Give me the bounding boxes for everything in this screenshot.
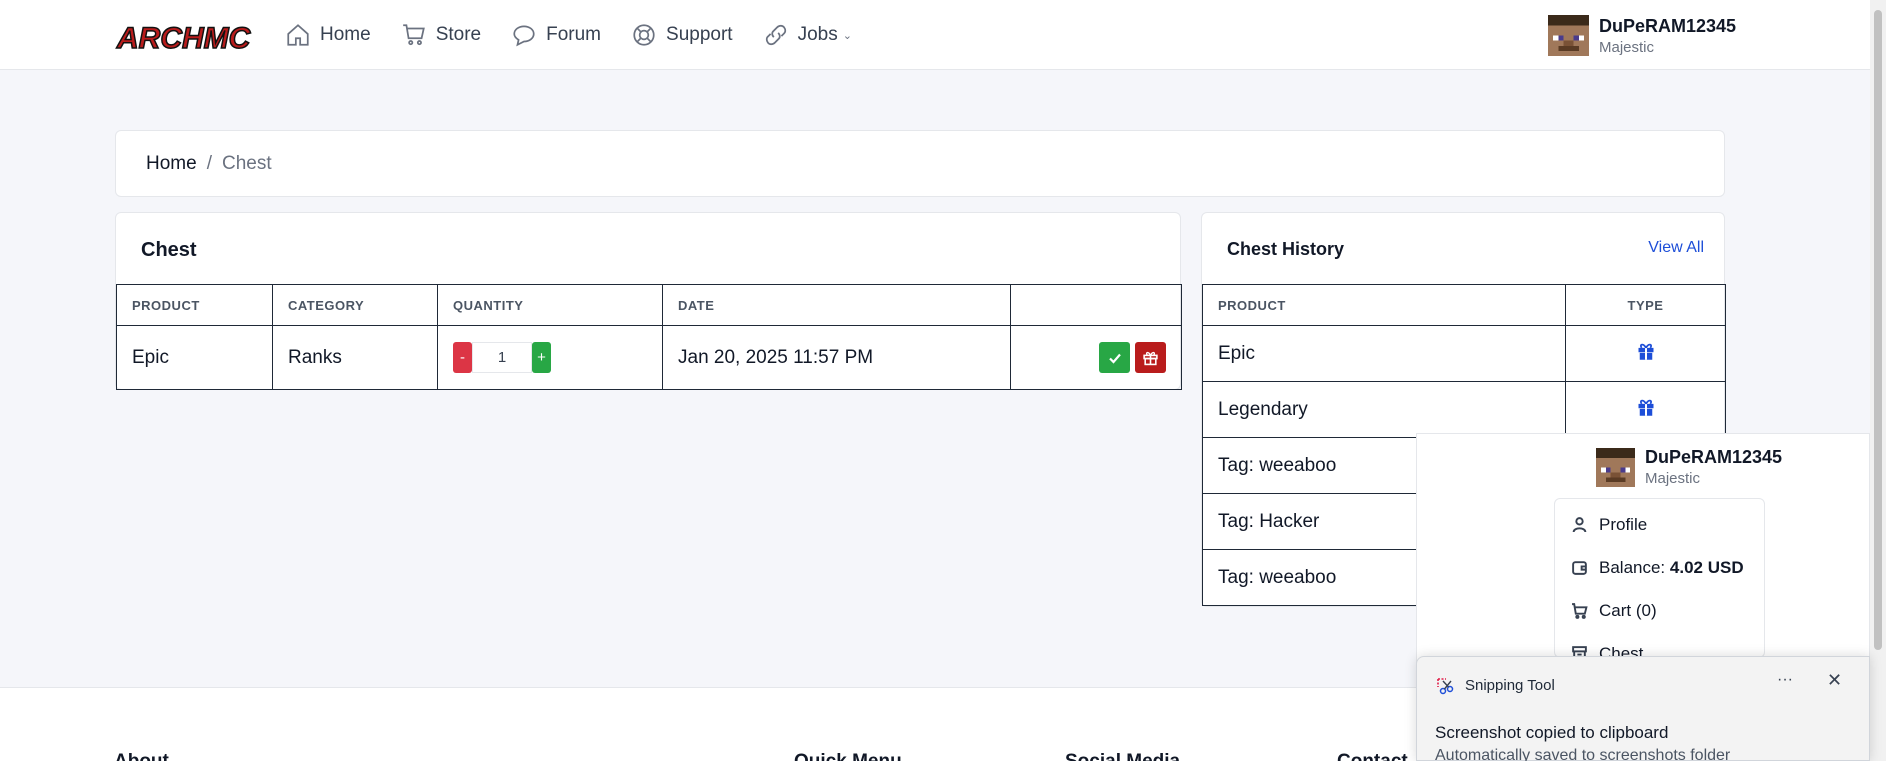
balance-value: 4.02 USD	[1669, 557, 1744, 577]
quantity-increase-button[interactable]: +	[532, 342, 551, 373]
snipping-tool-icon	[1437, 678, 1454, 695]
nav-jobs[interactable]: Jobs ⌄	[763, 22, 852, 48]
user-name: DuPeRAM12345	[1599, 15, 1737, 36]
claim-button[interactable]	[1099, 342, 1130, 373]
avatar	[1596, 447, 1635, 487]
col-actions	[1010, 284, 1182, 326]
check-icon	[1108, 353, 1121, 364]
user-menu-trigger[interactable]: DuPeRAM12345 Majestic	[1548, 15, 1736, 56]
menu-item-balance[interactable]: Balance: 4.02 USD	[1555, 546, 1764, 589]
chevron-down-icon: ⌄	[842, 29, 852, 42]
quantity-input[interactable]: 1	[472, 342, 532, 373]
chest-title: Chest	[141, 239, 197, 261]
table-header-row: PRODUCT CATEGORY QUANTITY DATE	[116, 284, 1182, 326]
chest-history-title: Chest History	[1227, 239, 1345, 259]
snipping-tool-notification[interactable]: Snipping Tool ··· ✕ Screenshot copied to…	[1416, 656, 1870, 761]
toast-more-button[interactable]: ···	[1777, 671, 1793, 689]
main-nav: Home Store Forum Support Jobs ⌄	[285, 22, 852, 48]
footer-social-media-heading: Social Media	[1065, 751, 1180, 761]
menu-item-chest[interactable]: Chest	[1555, 632, 1764, 657]
chest-card: Chest PRODUCT CATEGORY QUANTITY DATE Epi…	[115, 212, 1182, 390]
col-date: DATE	[662, 284, 1011, 326]
gift-button[interactable]	[1135, 342, 1166, 373]
view-all-link[interactable]: View All	[1648, 239, 1704, 257]
breadcrumb-separator: /	[206, 152, 212, 174]
col-category: CATEGORY	[272, 284, 438, 326]
cart-icon	[402, 24, 425, 46]
nav-home[interactable]: Home	[285, 22, 371, 48]
menu-item-balance-label: Balance: 4.02 USD	[1599, 558, 1744, 578]
footer-contact-heading: Contact	[1337, 751, 1408, 761]
user-info: DuPeRAM12345 Majestic	[1599, 16, 1736, 56]
top-navbar: ARCHMC Home Store Forum Support Jobs ⌄ D…	[0, 0, 1870, 70]
breadcrumb-current: Chest	[221, 152, 272, 174]
breadcrumb-home[interactable]: Home	[146, 153, 197, 175]
archmc-logo[interactable]: ARCHMC	[115, 17, 253, 55]
col-type: TYPE	[1565, 284, 1726, 326]
lifebuoy-icon	[633, 24, 655, 46]
link-icon	[765, 24, 786, 46]
chest-table: PRODUCT CATEGORY QUANTITY DATE Epic Rank…	[116, 284, 1182, 390]
gift-icon	[1143, 351, 1158, 366]
cell-category: Ranks	[272, 325, 438, 390]
svg-text:ARCHMC: ARCHMC	[116, 22, 252, 55]
page-scrollbar[interactable]	[1870, 0, 1886, 761]
toast-close-button[interactable]: ✕	[1827, 670, 1842, 691]
gift-icon	[1638, 343, 1653, 360]
nav-home-label: Home	[320, 24, 371, 45]
dropdown-user-rank: Majestic	[1645, 470, 1701, 487]
toast-subtitle: Automatically saved to screenshots folde…	[1435, 747, 1731, 761]
user-icon	[1572, 517, 1587, 533]
nav-support[interactable]: Support	[631, 22, 733, 48]
quantity-stepper: - 1 +	[453, 342, 662, 373]
cell-actions	[1010, 325, 1182, 390]
history-product: Epic	[1202, 325, 1566, 382]
toast-title: Screenshot copied to clipboard	[1435, 723, 1669, 742]
user-rank: Majestic	[1599, 38, 1655, 56]
menu-item-profile[interactable]: Profile	[1555, 503, 1764, 546]
col-quantity: QUANTITY	[437, 284, 663, 326]
avatar	[1548, 15, 1589, 56]
quantity-decrease-button[interactable]: -	[453, 342, 472, 373]
dropdown-user-name: DuPeRAM12345	[1645, 447, 1783, 467]
history-type	[1565, 325, 1726, 382]
footer-quick-menu-heading: Quick Menu	[794, 751, 902, 761]
user-dropdown-menu: Profile Balance: 4.02 USD Cart (0) Chest	[1554, 498, 1765, 658]
history-product: Legendary	[1202, 381, 1566, 438]
gift-icon	[1638, 399, 1653, 416]
chat-icon	[513, 25, 535, 47]
nav-store-label: Store	[435, 24, 482, 45]
toast-app-name: Snipping Tool	[1465, 677, 1555, 694]
col-product: PRODUCT	[116, 284, 273, 326]
menu-item-cart-label: Cart (0)	[1599, 600, 1657, 620]
cart-icon	[1572, 603, 1588, 619]
cell-quantity: - 1 +	[437, 325, 663, 390]
menu-item-cart[interactable]: Cart (0)	[1555, 589, 1764, 632]
table-row: Epic Ranks - 1 + Jan 20, 2025 11:57 PM	[116, 325, 1182, 390]
table-header-row: PRODUCT TYPE	[1202, 284, 1726, 326]
home-icon	[287, 24, 309, 46]
nav-jobs-label: Jobs	[797, 24, 838, 45]
nav-support-label: Support	[666, 24, 733, 45]
dropdown-user-header[interactable]: DuPeRAM12345 Majestic	[1596, 447, 1782, 487]
nav-forum-label: Forum	[546, 24, 602, 45]
breadcrumb: Home / Chest	[115, 130, 1725, 197]
scrollbar-thumb[interactable]	[1874, 10, 1882, 650]
dropdown-user-info: DuPeRAM12345 Majestic	[1645, 447, 1782, 487]
cell-product: Epic	[116, 325, 273, 390]
wallet-icon	[1572, 561, 1587, 575]
table-row: Legendary	[1202, 381, 1726, 438]
nav-store[interactable]: Store	[401, 22, 481, 48]
menu-item-profile-label: Profile	[1599, 514, 1648, 534]
balance-label: Balance:	[1599, 557, 1666, 577]
col-product: PRODUCT	[1202, 284, 1566, 326]
table-row: Epic	[1202, 325, 1726, 382]
footer-about-heading: About	[114, 751, 169, 761]
cell-date: Jan 20, 2025 11:57 PM	[662, 325, 1011, 390]
history-type	[1565, 381, 1726, 438]
nav-forum[interactable]: Forum	[511, 22, 601, 48]
